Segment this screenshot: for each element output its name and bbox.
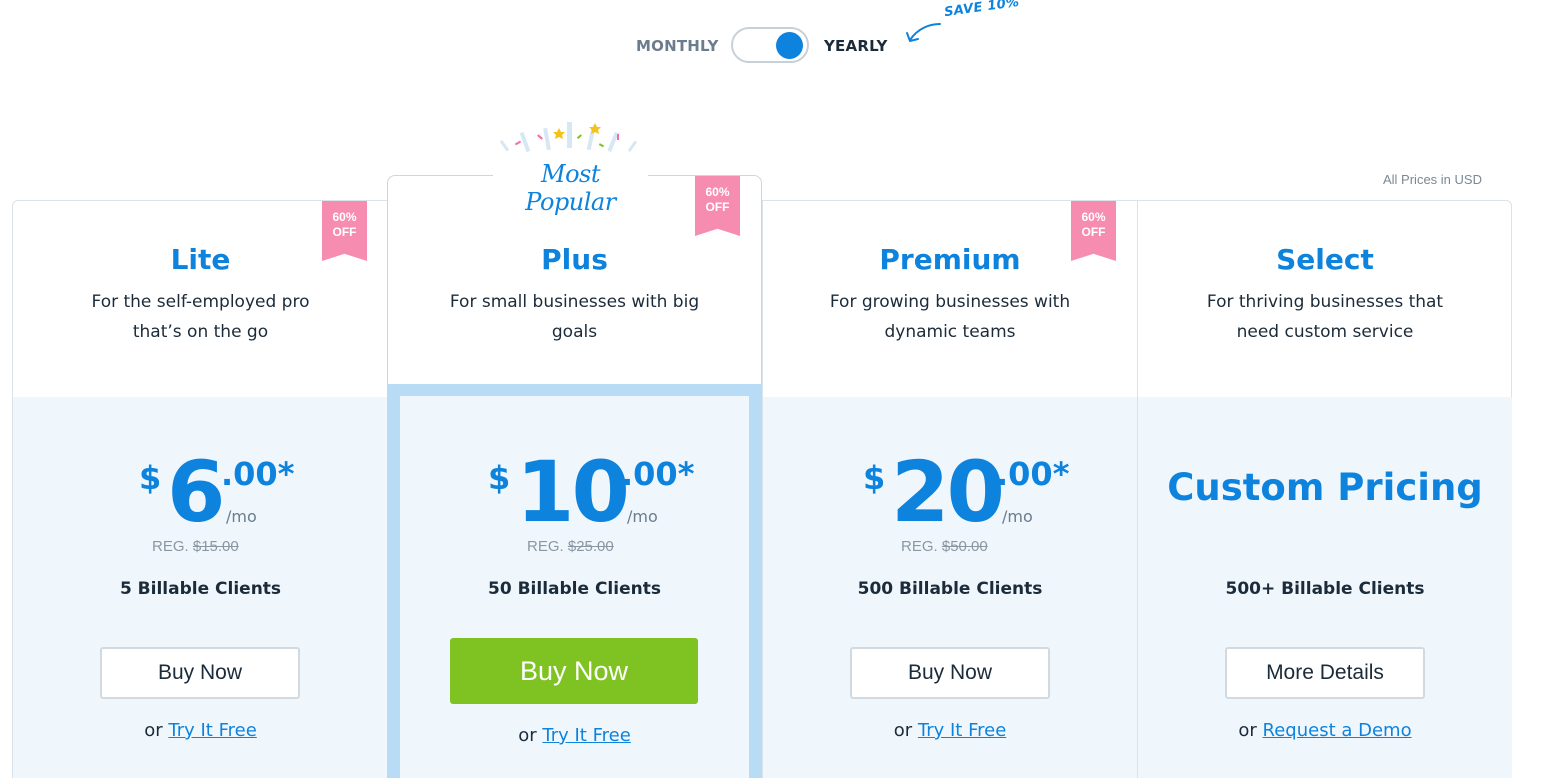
- try-free-line: or Try It Free: [144, 720, 257, 741]
- price-whole: 20: [891, 443, 1005, 541]
- switch-knob: [776, 32, 803, 59]
- plan-price: $ 6 .00* /mo: [13, 447, 388, 537]
- currency-symbol: $: [863, 459, 886, 497]
- plan-card-select: Select For thriving businesses that need…: [1137, 201, 1512, 778]
- request-demo-line: or Request a Demo: [1238, 720, 1412, 741]
- currency-note: All Prices in USD: [1383, 172, 1482, 187]
- plan-description: For thriving businesses that need custom…: [1206, 292, 1444, 342]
- plan-description: For small businesses with big goals: [449, 292, 700, 342]
- plan-price: $ 20 .00* /mo: [763, 447, 1137, 537]
- save-discount-note: SAVE 10%: [943, 0, 1021, 21]
- monthly-label[interactable]: MONTHLY: [636, 37, 719, 55]
- try-it-free-link[interactable]: Try It Free: [168, 720, 256, 741]
- yearly-label[interactable]: YEARLY: [824, 37, 888, 55]
- plan-description: For the self-employed pro that’s on the …: [91, 292, 310, 342]
- curved-arrow-icon: [906, 23, 941, 42]
- plan-name: Select: [1276, 243, 1374, 276]
- pricing-grid: 60% OFF Lite For the self-employed pro t…: [12, 200, 1512, 778]
- plan-name: Plus: [541, 243, 608, 276]
- price-whole: 10: [516, 443, 630, 541]
- price-period: /mo: [226, 507, 257, 526]
- billing-period-switch[interactable]: [731, 27, 809, 63]
- try-free-line: or Try It Free: [518, 725, 631, 746]
- price-cents: .00*: [996, 455, 1070, 493]
- most-popular-label: Most Popular: [493, 160, 648, 216]
- more-details-button[interactable]: More Details: [1225, 647, 1425, 699]
- buy-now-button[interactable]: Buy Now: [850, 647, 1050, 699]
- billing-toggle-row: MONTHLY YEARLY SAVE 10%: [0, 0, 1555, 66]
- plan-price: $ 10 .00* /mo: [388, 447, 761, 537]
- buy-now-button[interactable]: Buy Now: [100, 647, 300, 699]
- plan-name: Premium: [879, 243, 1021, 276]
- price-period: /mo: [1002, 507, 1033, 526]
- price-whole: 6: [167, 443, 225, 541]
- billable-clients: 5 Billable Clients: [119, 579, 282, 599]
- currency-symbol: $: [488, 459, 511, 497]
- plan-card-lite: 60% OFF Lite For the self-employed pro t…: [13, 201, 388, 778]
- buy-now-button[interactable]: Buy Now: [450, 638, 698, 704]
- price-cents: .00*: [221, 455, 295, 493]
- custom-pricing-label: Custom Pricing: [1167, 466, 1483, 509]
- request-demo-link[interactable]: Request a Demo: [1263, 720, 1412, 741]
- try-it-free-link[interactable]: Try It Free: [918, 720, 1006, 741]
- most-popular-badge: Most Popular: [493, 118, 648, 216]
- regular-price: REG. $15.00: [152, 538, 239, 555]
- price-period: /mo: [627, 507, 658, 526]
- plan-name: Lite: [170, 243, 231, 276]
- plan-description: For growing businesses with dynamic team…: [829, 292, 1071, 342]
- try-free-line: or Try It Free: [893, 720, 1007, 741]
- regular-price: REG. $25.00: [527, 538, 614, 555]
- currency-symbol: $: [139, 459, 162, 497]
- billable-clients: 500+ Billable Clients: [1225, 579, 1425, 599]
- plan-card-plus: 60% OFF Plus For small businesses with b…: [387, 175, 762, 778]
- regular-price: REG. $50.00: [901, 538, 988, 555]
- price-cents: .00*: [621, 455, 695, 493]
- discount-ribbon: 60% OFF: [695, 176, 740, 236]
- billable-clients: 500 Billable Clients: [857, 579, 1043, 599]
- plan-card-premium: 60% OFF Premium For growing businesses w…: [762, 201, 1137, 778]
- try-it-free-link[interactable]: Try It Free: [542, 725, 630, 746]
- billable-clients: 50 Billable Clients: [488, 579, 661, 599]
